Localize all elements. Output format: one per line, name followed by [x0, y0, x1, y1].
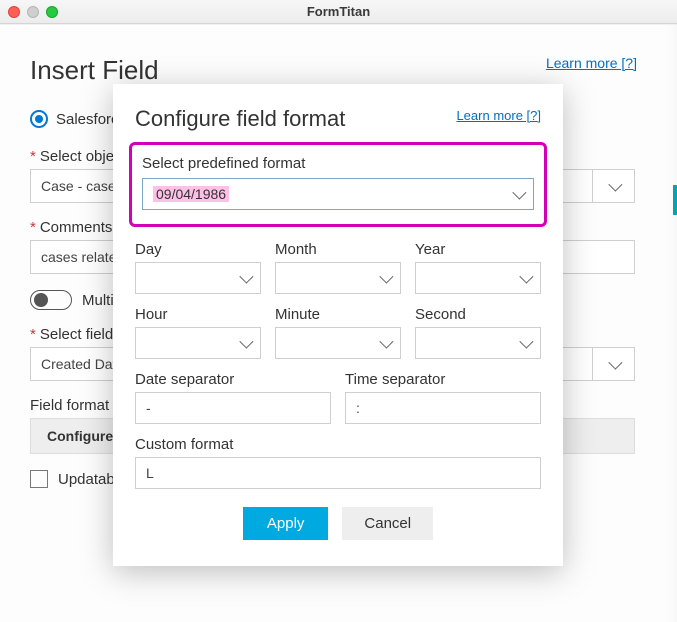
hour-dropdown[interactable]: [135, 327, 261, 359]
minute-label: Minute: [275, 306, 401, 323]
select-object-arrow[interactable]: [592, 170, 634, 202]
updatable-checkbox[interactable]: [30, 470, 48, 488]
multi-label: Multi: [82, 292, 114, 309]
configure-format-modal: Configure field format Learn more [?] Se…: [113, 84, 563, 566]
chevron-down-icon: [608, 178, 622, 192]
multi-toggle[interactable]: [30, 290, 72, 310]
apply-button[interactable]: Apply: [243, 507, 329, 540]
chevron-down-icon: [519, 335, 533, 349]
predefined-format-highlight: Select predefined format 09/04/1986: [129, 142, 547, 227]
custom-format-label: Custom format: [135, 436, 541, 453]
modal-learn-more-link[interactable]: Learn more [?]: [456, 108, 541, 123]
hour-label: Hour: [135, 306, 261, 323]
titlebar: FormTitan: [0, 0, 677, 24]
chevron-down-icon: [379, 270, 393, 284]
chevron-down-icon: [379, 335, 393, 349]
select-field-arrow[interactable]: [592, 348, 634, 380]
chevron-down-icon: [512, 186, 526, 200]
day-label: Day: [135, 241, 261, 258]
learn-more-link[interactable]: Learn more [?]: [546, 55, 637, 71]
month-label: Month: [275, 241, 401, 258]
date-separator-label: Date separator: [135, 371, 331, 388]
window-title: FormTitan: [0, 4, 677, 19]
year-dropdown[interactable]: [415, 262, 541, 294]
time-separator-label: Time separator: [345, 371, 541, 388]
day-dropdown[interactable]: [135, 262, 261, 294]
time-separator-input[interactable]: [345, 392, 541, 424]
comments-value: cases related: [41, 249, 124, 265]
year-label: Year: [415, 241, 541, 258]
predefined-format-label: Select predefined format: [142, 155, 534, 172]
cancel-button[interactable]: Cancel: [342, 507, 433, 540]
predefined-format-value: 09/04/1986: [153, 186, 229, 202]
comments-label-text: Comments: [40, 219, 113, 236]
second-label: Second: [415, 306, 541, 323]
select-object-value: Case - cases: [41, 178, 123, 194]
accent-strip: [673, 185, 677, 215]
salesforce-radio[interactable]: [30, 110, 48, 128]
chevron-down-icon: [608, 356, 622, 370]
second-dropdown[interactable]: [415, 327, 541, 359]
chevron-down-icon: [519, 270, 533, 284]
chevron-down-icon: [239, 335, 253, 349]
custom-format-input[interactable]: [135, 457, 541, 489]
date-separator-input[interactable]: [135, 392, 331, 424]
select-field-label-text: Select field: [40, 326, 113, 343]
month-dropdown[interactable]: [275, 262, 401, 294]
chevron-down-icon: [239, 270, 253, 284]
minute-dropdown[interactable]: [275, 327, 401, 359]
select-field-value: Created Date: [41, 356, 124, 372]
predefined-format-dropdown[interactable]: 09/04/1986: [142, 178, 534, 210]
